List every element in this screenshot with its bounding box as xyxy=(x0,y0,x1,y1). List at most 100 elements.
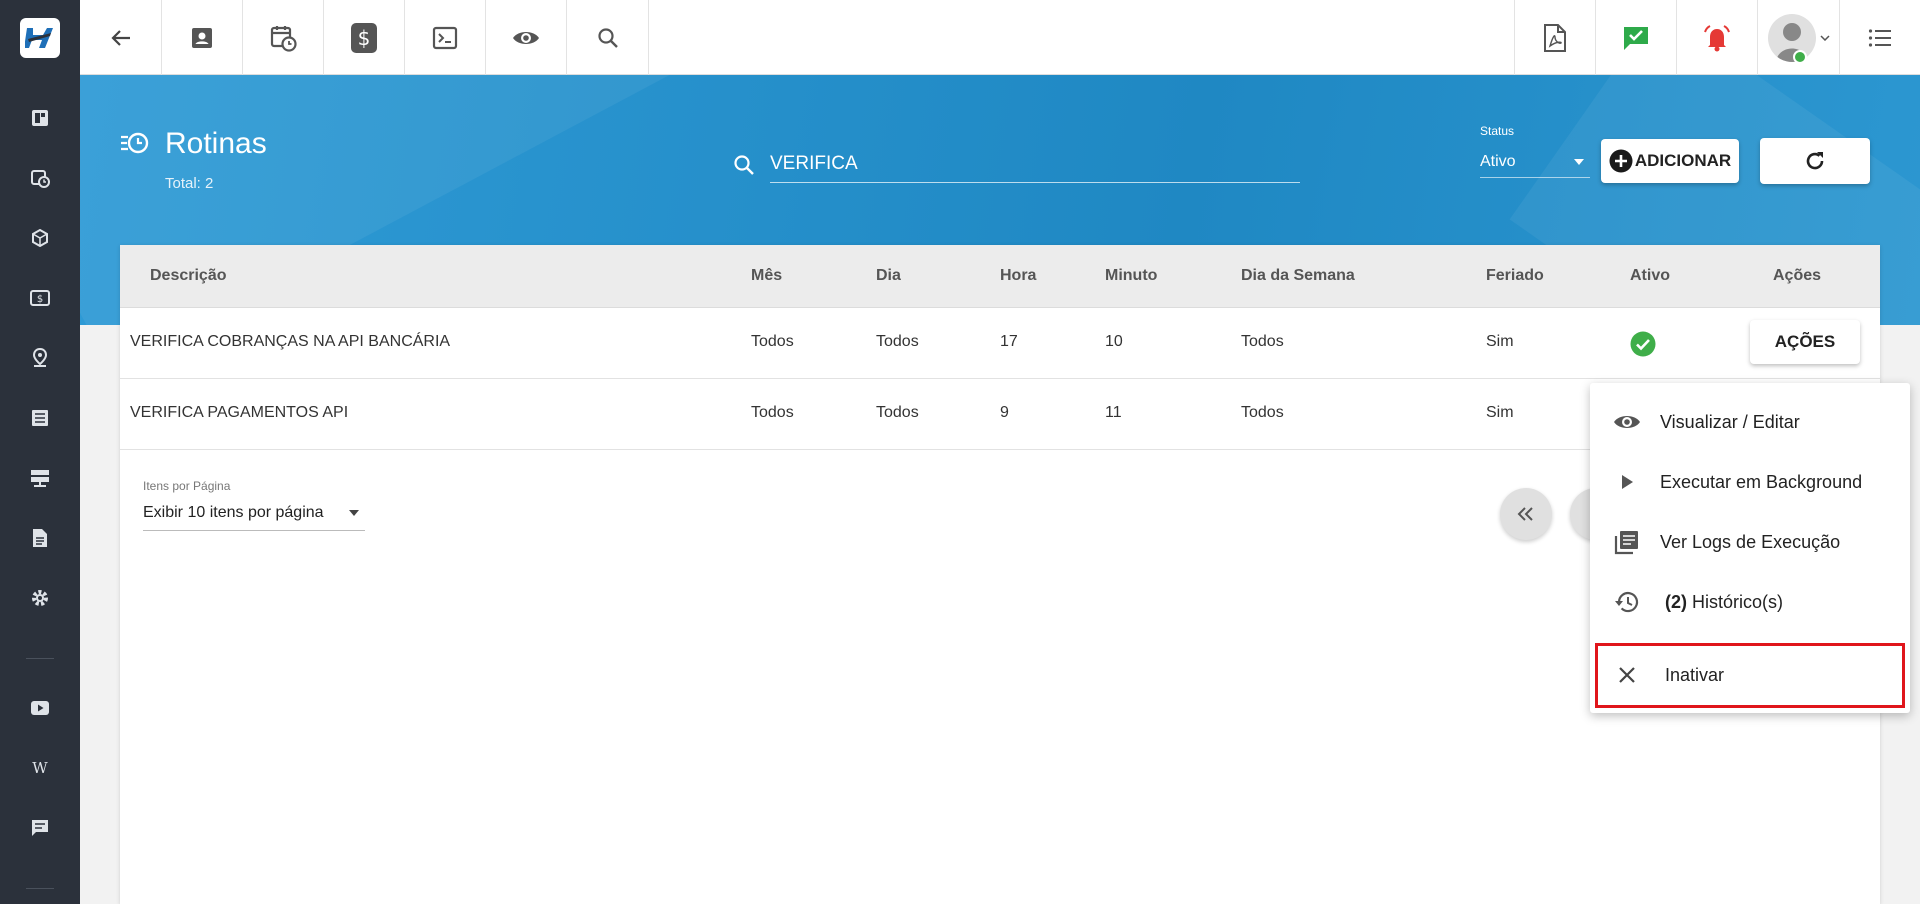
user-menu-button[interactable] xyxy=(1757,0,1839,75)
calendar-clock-icon xyxy=(270,25,297,52)
history-icon xyxy=(1612,587,1642,617)
alerts-button[interactable] xyxy=(1676,0,1757,75)
cell-feriado: Sim xyxy=(1486,333,1514,350)
menu-item-view-logs[interactable]: Ver Logs de Execução xyxy=(1590,512,1910,572)
cell-hora: 17 xyxy=(1000,333,1018,350)
refresh-icon xyxy=(1806,152,1824,170)
search-box xyxy=(730,145,1300,185)
online-status-dot xyxy=(1793,50,1807,64)
items-per-page-select[interactable]: Exibir 10 itens por página xyxy=(143,495,365,531)
col-hora[interactable]: Hora xyxy=(1000,267,1036,285)
col-dia[interactable]: Dia xyxy=(876,267,901,285)
pdf-icon xyxy=(1544,23,1566,52)
play-icon xyxy=(1612,467,1642,497)
cell-minuto: 10 xyxy=(1105,333,1123,350)
contact-card-icon xyxy=(192,27,212,48)
gear-icon[interactable] xyxy=(0,578,80,618)
view-button[interactable] xyxy=(486,0,567,75)
approvals-button[interactable] xyxy=(1595,0,1676,75)
cell-dia: Todos xyxy=(876,404,919,421)
menu-item-run-background[interactable]: Executar em Background xyxy=(1590,452,1910,512)
menu-item-view-edit[interactable]: Visualizar / Editar xyxy=(1590,392,1910,452)
sidebar-divider xyxy=(26,658,54,659)
add-button-label: ADICIONAR xyxy=(1634,151,1732,170)
chat-icon[interactable] xyxy=(0,808,80,848)
sidebar: $ W xyxy=(0,0,80,904)
search-icon xyxy=(597,27,618,48)
highlight-box xyxy=(1595,643,1905,708)
cell-feriado: Sim xyxy=(1486,404,1514,421)
menu-item-label-wrap: (2) Histórico(s) xyxy=(1665,592,1783,613)
arrow-left-icon xyxy=(110,29,130,46)
terminal-icon xyxy=(432,26,458,49)
svg-text:$: $ xyxy=(37,294,43,305)
chat-check-icon xyxy=(1624,26,1648,50)
col-minuto[interactable]: Minuto xyxy=(1105,267,1157,285)
menu-item-label: Visualizar / Editar xyxy=(1660,411,1800,432)
cell-minuto: 11 xyxy=(1105,404,1122,421)
chevron-down-icon xyxy=(1819,34,1830,41)
file-icon[interactable] xyxy=(0,518,80,558)
box-icon[interactable] xyxy=(0,218,80,258)
search-icon xyxy=(734,155,754,175)
cell-dia-semana: Todos xyxy=(1241,333,1284,350)
avatar xyxy=(1767,13,1816,62)
dropdown-arrow-icon xyxy=(1574,158,1584,165)
status-select[interactable]: Ativo xyxy=(1480,146,1590,178)
routine-icon xyxy=(121,132,149,154)
list-document-icon[interactable] xyxy=(0,398,80,438)
actions-button[interactable]: AÇÕES xyxy=(1750,320,1860,364)
actions-button-label: AÇÕES xyxy=(1774,332,1836,351)
col-feriado[interactable]: Feriado xyxy=(1486,267,1544,285)
terminal-button[interactable] xyxy=(405,0,486,75)
active-check-icon xyxy=(1630,331,1656,357)
schedule-button[interactable] xyxy=(243,0,324,75)
sidebar-divider-bottom xyxy=(26,888,54,889)
col-mes[interactable]: Mês xyxy=(751,267,782,285)
youtube-icon[interactable] xyxy=(0,688,80,728)
wiki-icon[interactable]: W xyxy=(0,748,80,788)
finance-button[interactable]: $ xyxy=(324,0,405,75)
col-dia-semana[interactable]: Dia da Semana xyxy=(1241,267,1355,285)
server-icon[interactable] xyxy=(0,458,80,498)
search-input[interactable] xyxy=(770,145,1300,183)
search-button[interactable] xyxy=(567,0,649,75)
logs-icon xyxy=(1612,527,1642,557)
table-header: Descrição Mês Dia Hora Minuto Dia da Sem… xyxy=(120,245,1880,308)
items-per-page-value: Exibir 10 itens por página xyxy=(143,503,324,521)
history-count: (2) xyxy=(1665,591,1687,612)
double-chevron-left-icon xyxy=(1517,507,1533,521)
cell-dia: Todos xyxy=(876,333,919,350)
plus-circle-icon xyxy=(1609,149,1633,173)
dashboard-icon[interactable] xyxy=(0,98,80,138)
logo-box[interactable] xyxy=(0,0,80,75)
menu-item-history[interactable]: (2) Histórico(s) xyxy=(1590,572,1910,632)
cell-mes: Todos xyxy=(751,404,794,421)
money-icon[interactable]: $ xyxy=(0,278,80,318)
add-button[interactable]: ADICIONAR xyxy=(1601,139,1739,183)
record-total: Total: 2 xyxy=(165,175,214,192)
status-value: Ativo xyxy=(1480,152,1516,170)
refresh-button[interactable] xyxy=(1760,138,1870,184)
contacts-button[interactable] xyxy=(162,0,243,75)
cell-descricao: VERIFICA PAGAMENTOS API xyxy=(130,404,349,421)
status-label: Status xyxy=(1480,124,1515,138)
cell-descricao: VERIFICA COBRANÇAS NA API BANCÁRIA xyxy=(130,333,451,350)
menu-item-label: Executar em Background xyxy=(1660,471,1863,492)
menu-list-button[interactable] xyxy=(1839,0,1920,75)
table-row[interactable]: VERIFICA COBRANÇAS NA API BANCÁRIA Todos… xyxy=(120,308,1880,379)
calendar-clock-icon[interactable] xyxy=(0,158,80,198)
back-button[interactable] xyxy=(80,0,162,75)
list-icon xyxy=(1868,28,1891,47)
top-toolbar: $ xyxy=(80,0,1920,75)
col-descricao[interactable]: Descrição xyxy=(150,267,227,285)
col-ativo[interactable]: Ativo xyxy=(1630,267,1670,285)
cell-hora: 9 xyxy=(1000,404,1009,421)
first-page-button[interactable] xyxy=(1500,488,1552,540)
location-icon[interactable] xyxy=(0,338,80,378)
menu-item-label: Histórico(s) xyxy=(1692,591,1784,612)
pdf-button[interactable] xyxy=(1514,0,1595,75)
menu-item-label: Ver Logs de Execução xyxy=(1660,531,1841,552)
cell-mes: Todos xyxy=(751,333,794,350)
app-logo[interactable] xyxy=(20,17,60,58)
